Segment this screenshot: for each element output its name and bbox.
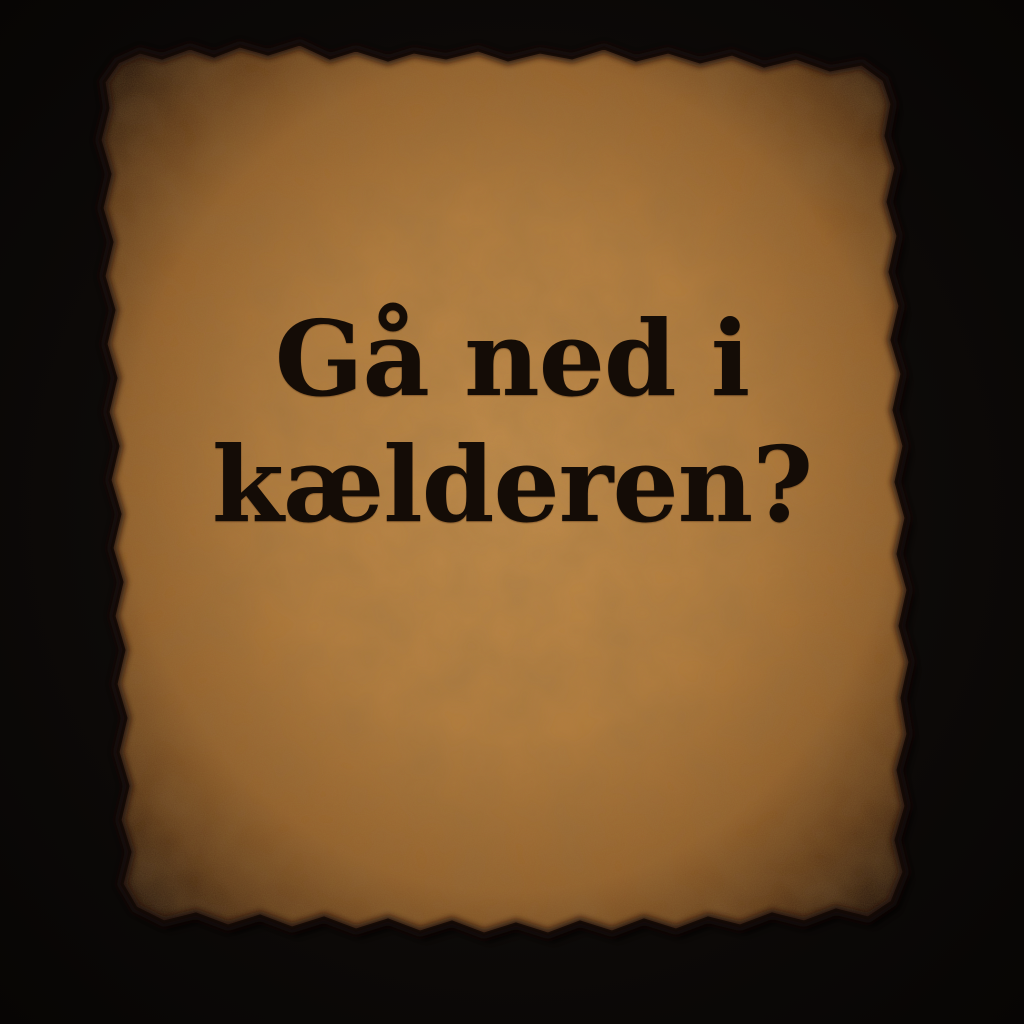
- message-line-1: Gå ned i: [274, 297, 751, 420]
- handwritten-message: Gå ned i kælderen?: [112, 296, 912, 548]
- message-line-2: kælderen?: [211, 423, 813, 546]
- scene: Gå ned i kælderen?: [0, 0, 1024, 1024]
